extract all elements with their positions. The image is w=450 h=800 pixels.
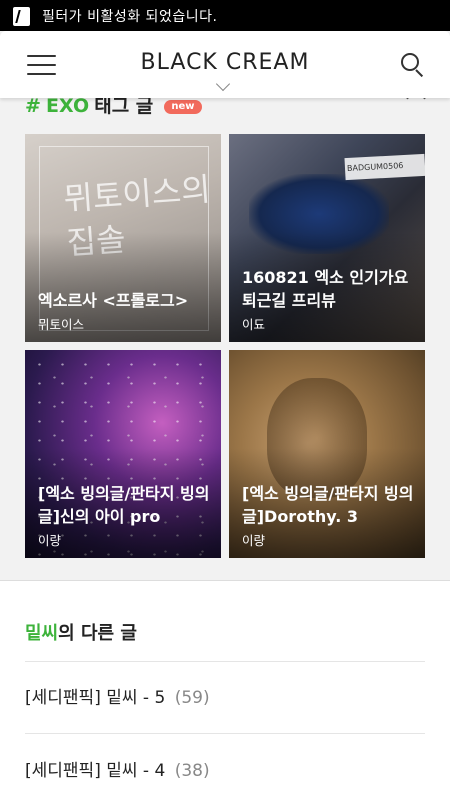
status-notification-text: 필터가 비활성화 되었습니다. — [42, 9, 218, 25]
post-card-author: 뮈토이스 — [38, 317, 85, 332]
post-card[interactable]: [엑소 빙의글/판타지 빙의글]신의 아이 pro 이량 — [25, 350, 221, 558]
tag-section-header: # EXO 태그 글 new — [25, 98, 426, 117]
list-item[interactable]: [세디팬픽] 밑씨 - 4 (38) — [25, 756, 425, 800]
author-nickname[interactable]: 밑씨 — [25, 623, 58, 644]
chevron-down-icon[interactable] — [215, 76, 231, 92]
app-bar: BLACK CREAM — [0, 31, 450, 98]
chevron-up-icon[interactable] — [406, 98, 426, 108]
tag-section-title: 태그 글 — [94, 98, 154, 117]
post-card-title: [엑소 빙의글/판타지 빙의글]신의 아이 pro — [38, 484, 210, 526]
tag-hash: # — [25, 98, 41, 117]
post-card-author: 이됴 — [242, 317, 266, 332]
more-posts-section: 밑씨의 다른 글 [세디팬픽] 밑씨 - 5 (59) [세디팬픽] 밑씨 - … — [0, 581, 450, 800]
list-item[interactable]: [세디팬픽] 밑씨 - 5 (59) — [25, 683, 425, 733]
post-card[interactable]: BADGUM0506 160821 엑소 인기가요 퇴근길 프리뷰 이됴 — [229, 134, 425, 342]
main-content: # EXO 태그 글 new 뮈토이스의 집솔 엑소르사 <프롤로그> 뮈토이스… — [0, 98, 450, 800]
list-item-title: [세디팬픽] 밑씨 - 4 — [25, 761, 166, 781]
notification-app-icon — [13, 7, 30, 26]
list-item-title: [세디팬픽] 밑씨 - 5 — [25, 688, 166, 708]
list-divider — [25, 661, 425, 662]
post-card-title: 엑소르사 <프롤로그> — [38, 291, 189, 310]
post-card-author: 이량 — [242, 533, 266, 548]
search-icon[interactable] — [400, 52, 426, 78]
post-card-image-text: BADGUM0506 — [344, 153, 425, 181]
list-item-count: (59) — [174, 688, 210, 708]
post-card-author: 이량 — [38, 533, 62, 548]
more-posts-title: 밑씨의 다른 글 — [25, 619, 137, 645]
post-card[interactable]: 뮈토이스의 집솔 엑소르사 <프롤로그> 뮈토이스 — [25, 134, 221, 342]
post-card-title: [엑소 빙의글/판타지 빙의글]Dorothy. 3 — [242, 484, 414, 526]
list-item-count: (38) — [174, 761, 210, 781]
post-card[interactable]: [엑소 빙의글/판타지 빙의글]Dorothy. 3 이량 — [229, 350, 425, 558]
tag-name[interactable]: EXO — [46, 98, 89, 117]
list-divider — [25, 733, 425, 734]
post-card-title: 160821 엑소 인기가요 퇴근길 프리뷰 — [242, 268, 409, 310]
status-bar: 필터가 비활성화 되었습니다. — [0, 0, 450, 31]
new-badge: new — [164, 100, 202, 114]
brand-title[interactable]: BLACK CREAM — [0, 50, 450, 75]
more-posts-title-suffix: 의 다른 글 — [58, 623, 137, 644]
